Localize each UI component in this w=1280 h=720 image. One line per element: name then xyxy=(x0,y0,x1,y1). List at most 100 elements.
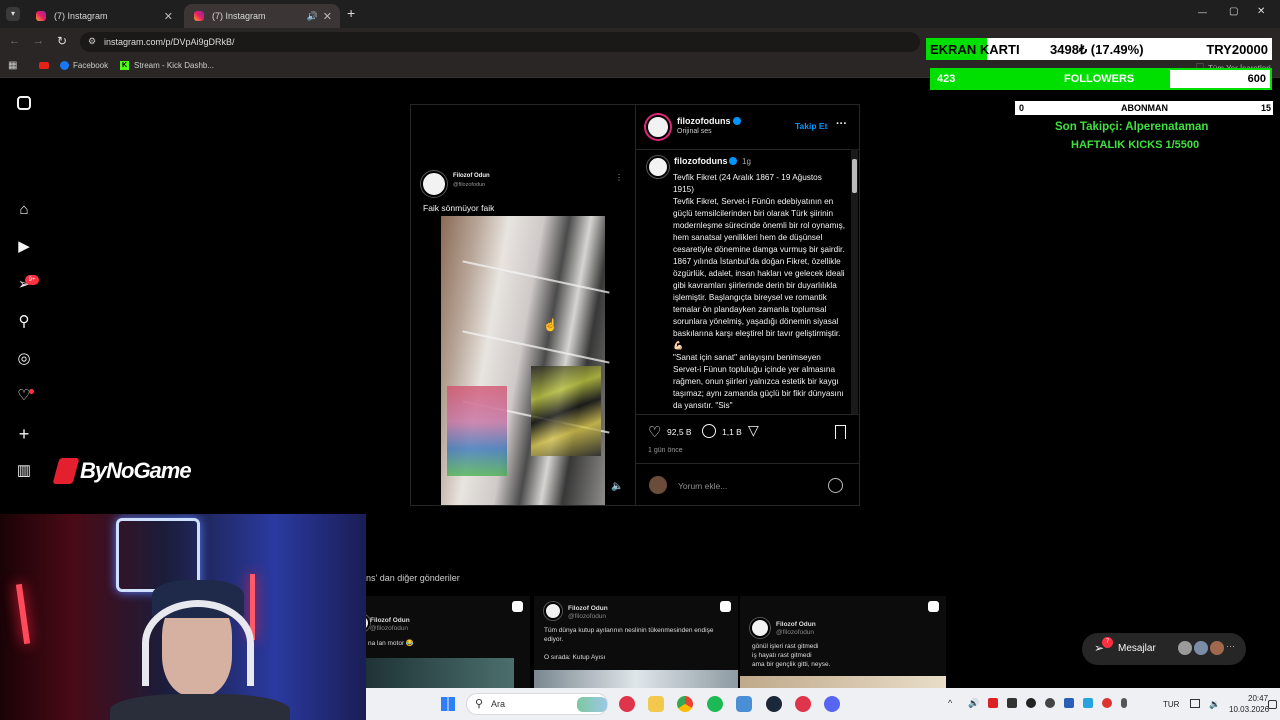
close-tab-icon[interactable]: ✕ xyxy=(323,10,332,23)
caption-avatar[interactable] xyxy=(647,156,669,178)
follow-button[interactable]: Takip Et xyxy=(795,121,827,131)
network-icon[interactable] xyxy=(1190,699,1200,708)
messages-button[interactable]: ➢ 7 Mesajlar ··· xyxy=(1082,633,1246,665)
tray-chevron-icon[interactable]: ^ xyxy=(948,698,952,708)
tray-app-icon[interactable] xyxy=(1026,698,1037,708)
notification-center-icon[interactable] xyxy=(1268,700,1277,709)
file-explorer-icon[interactable] xyxy=(648,696,664,712)
post-thumbnail[interactable]: Filozof Odun @filozofodun gönül işleri r… xyxy=(740,596,946,688)
cursor-icon: ☝ xyxy=(543,318,558,332)
bookmark-facebook[interactable]: Facebook xyxy=(60,61,108,70)
author-avatar[interactable] xyxy=(646,115,670,139)
volume-icon[interactable]: 🔊 xyxy=(968,698,979,710)
search-icon[interactable]: ⚲ xyxy=(14,312,34,332)
maximize-button[interactable]: ▢ xyxy=(1229,6,1238,17)
shelf-edge xyxy=(462,330,610,364)
thumb-handle: @filozofodun xyxy=(370,625,409,632)
shirt xyxy=(110,694,290,720)
bookmark-kick[interactable]: K Stream - Kick Dashb... xyxy=(120,61,214,70)
facebook-icon xyxy=(60,61,69,70)
followers-goal-widget: 423 FOLLOWERS 600 xyxy=(930,68,1272,90)
app-icon-red[interactable] xyxy=(619,696,635,712)
spotify-icon[interactable] xyxy=(707,696,723,712)
like-icon[interactable]: ♡ xyxy=(648,423,661,441)
tab-search-button[interactable]: ▾ xyxy=(6,7,20,21)
share-icon[interactable]: ▽ xyxy=(748,422,759,439)
reload-icon[interactable]: ↻ xyxy=(57,34,67,48)
home-icon[interactable]: ⌂ xyxy=(14,200,34,220)
youtube-icon[interactable] xyxy=(39,62,49,69)
thumb-text: Tüm dünya kutup ayılarının neslinin tüke… xyxy=(544,627,714,643)
url-text: instagram.com/p/DVpAi9gDRkB/ xyxy=(104,37,235,47)
close-window-button[interactable]: ✕ xyxy=(1257,6,1265,17)
post-thumbnail[interactable]: Filozof Odun @filozofodun Tüm dünya kutu… xyxy=(534,596,738,688)
clock-date[interactable]: 10.03.2026 xyxy=(1229,705,1269,714)
sub-label: ABONMAN xyxy=(1121,103,1168,113)
create-icon[interactable]: + xyxy=(14,424,34,444)
dashboard-icon[interactable]: ▥ xyxy=(14,461,34,481)
author-username[interactable]: filozofoduns xyxy=(677,116,731,126)
posted-time: 1 gün önce xyxy=(648,447,683,454)
tray-app-icon[interactable] xyxy=(1045,698,1056,708)
chrome-icon[interactable] xyxy=(677,696,693,712)
app-icon-adobe[interactable] xyxy=(795,696,811,712)
comment-input[interactable]: Yorum ekle... xyxy=(678,481,727,491)
address-bar[interactable]: ⚙ instagram.com/p/DVpAi9gDRkB/ xyxy=(80,32,920,52)
caption-username[interactable]: filozofoduns xyxy=(674,156,728,166)
tray-app-icon[interactable] xyxy=(1083,698,1094,708)
clock-time[interactable]: 20:47 xyxy=(1248,694,1268,703)
apps-grid-icon[interactable]: ▦ xyxy=(8,60,17,71)
sub-goal: 15 xyxy=(1260,103,1271,113)
scrollbar[interactable] xyxy=(851,149,858,414)
sub-current: 0 xyxy=(1019,103,1025,113)
headphones xyxy=(142,600,254,686)
battery-icon[interactable]: 🔉 xyxy=(1209,699,1220,710)
tab-instagram-2[interactable]: (7) Instagram 🔊 ✕ xyxy=(184,4,340,28)
microphone-icon[interactable] xyxy=(1121,698,1128,708)
new-tab-button[interactable]: + xyxy=(347,5,355,21)
embedded-caption: Faik sönmüyor faik xyxy=(423,203,495,213)
instagram-icon[interactable] xyxy=(14,94,34,114)
taskbar-search[interactable]: ⚲ Ara xyxy=(466,693,608,715)
tray-app-icon[interactable] xyxy=(988,698,999,708)
reels-icon[interactable]: ▶ xyxy=(14,237,34,257)
forward-icon[interactable]: → xyxy=(33,35,44,47)
webcam-feed xyxy=(0,514,366,720)
app-icon-blue[interactable] xyxy=(736,696,752,712)
user-avatar xyxy=(649,476,667,494)
followers-label: FOLLOWERS xyxy=(1064,73,1135,85)
scrollbar-thumb[interactable] xyxy=(852,159,857,193)
speaker-icon[interactable]: 🔊 xyxy=(307,11,318,22)
save-icon[interactable] xyxy=(835,425,846,439)
comment-divider xyxy=(636,463,860,464)
shelf-edge xyxy=(462,260,610,294)
steam-icon[interactable] xyxy=(766,696,782,712)
gpu-goal-widget: EKRAN KARTI 3498₺ (17.49%) TRY20000 xyxy=(926,38,1272,60)
tab-instagram-1[interactable]: (7) Instagram ✕ xyxy=(26,4,181,28)
tray-app-icon[interactable] xyxy=(1064,698,1075,708)
comment-icon[interactable] xyxy=(702,424,716,438)
explore-icon[interactable]: ◎ xyxy=(14,349,34,369)
messages-label: Mesajlar xyxy=(1118,643,1156,654)
caption-text: Tevfik Fikret (24 Aralık 1867 - 19 Ağust… xyxy=(673,173,845,410)
emoji-icon[interactable] xyxy=(828,478,843,493)
site-info-icon[interactable]: ⚙ xyxy=(88,36,96,47)
close-tab-icon[interactable]: ✕ xyxy=(164,10,173,23)
back-icon[interactable]: ← xyxy=(9,35,20,47)
audio-subtitle[interactable]: Orijinal ses xyxy=(677,128,712,135)
sub-goal-widget: 0 ABONMAN 15 xyxy=(1015,101,1273,115)
language-indicator[interactable]: TUR xyxy=(1163,700,1179,709)
discord-icon[interactable] xyxy=(824,696,840,712)
mute-icon[interactable]: 🔈 xyxy=(611,481,623,492)
weekly-kicks: HAFTALIK KICKS 1/5500 xyxy=(1071,139,1200,151)
more-options-icon[interactable]: ··· xyxy=(836,118,847,130)
thumb-handle: @filozofodun xyxy=(568,613,607,620)
tray-app-icon[interactable] xyxy=(1102,698,1113,708)
tray-app-icon[interactable] xyxy=(1007,698,1018,708)
windows-start-icon[interactable] xyxy=(441,697,455,711)
tray-icons[interactable]: 🔊 xyxy=(968,698,1158,710)
minimize-button[interactable]: — xyxy=(1198,7,1207,17)
thumb-image xyxy=(366,658,514,688)
post-thumbnail[interactable]: Filozof Odun @filozofodun na lan motor 😂 xyxy=(352,596,530,688)
thumb-text: gönül işleri rast gitmedi iş hayatı rast… xyxy=(752,643,831,668)
